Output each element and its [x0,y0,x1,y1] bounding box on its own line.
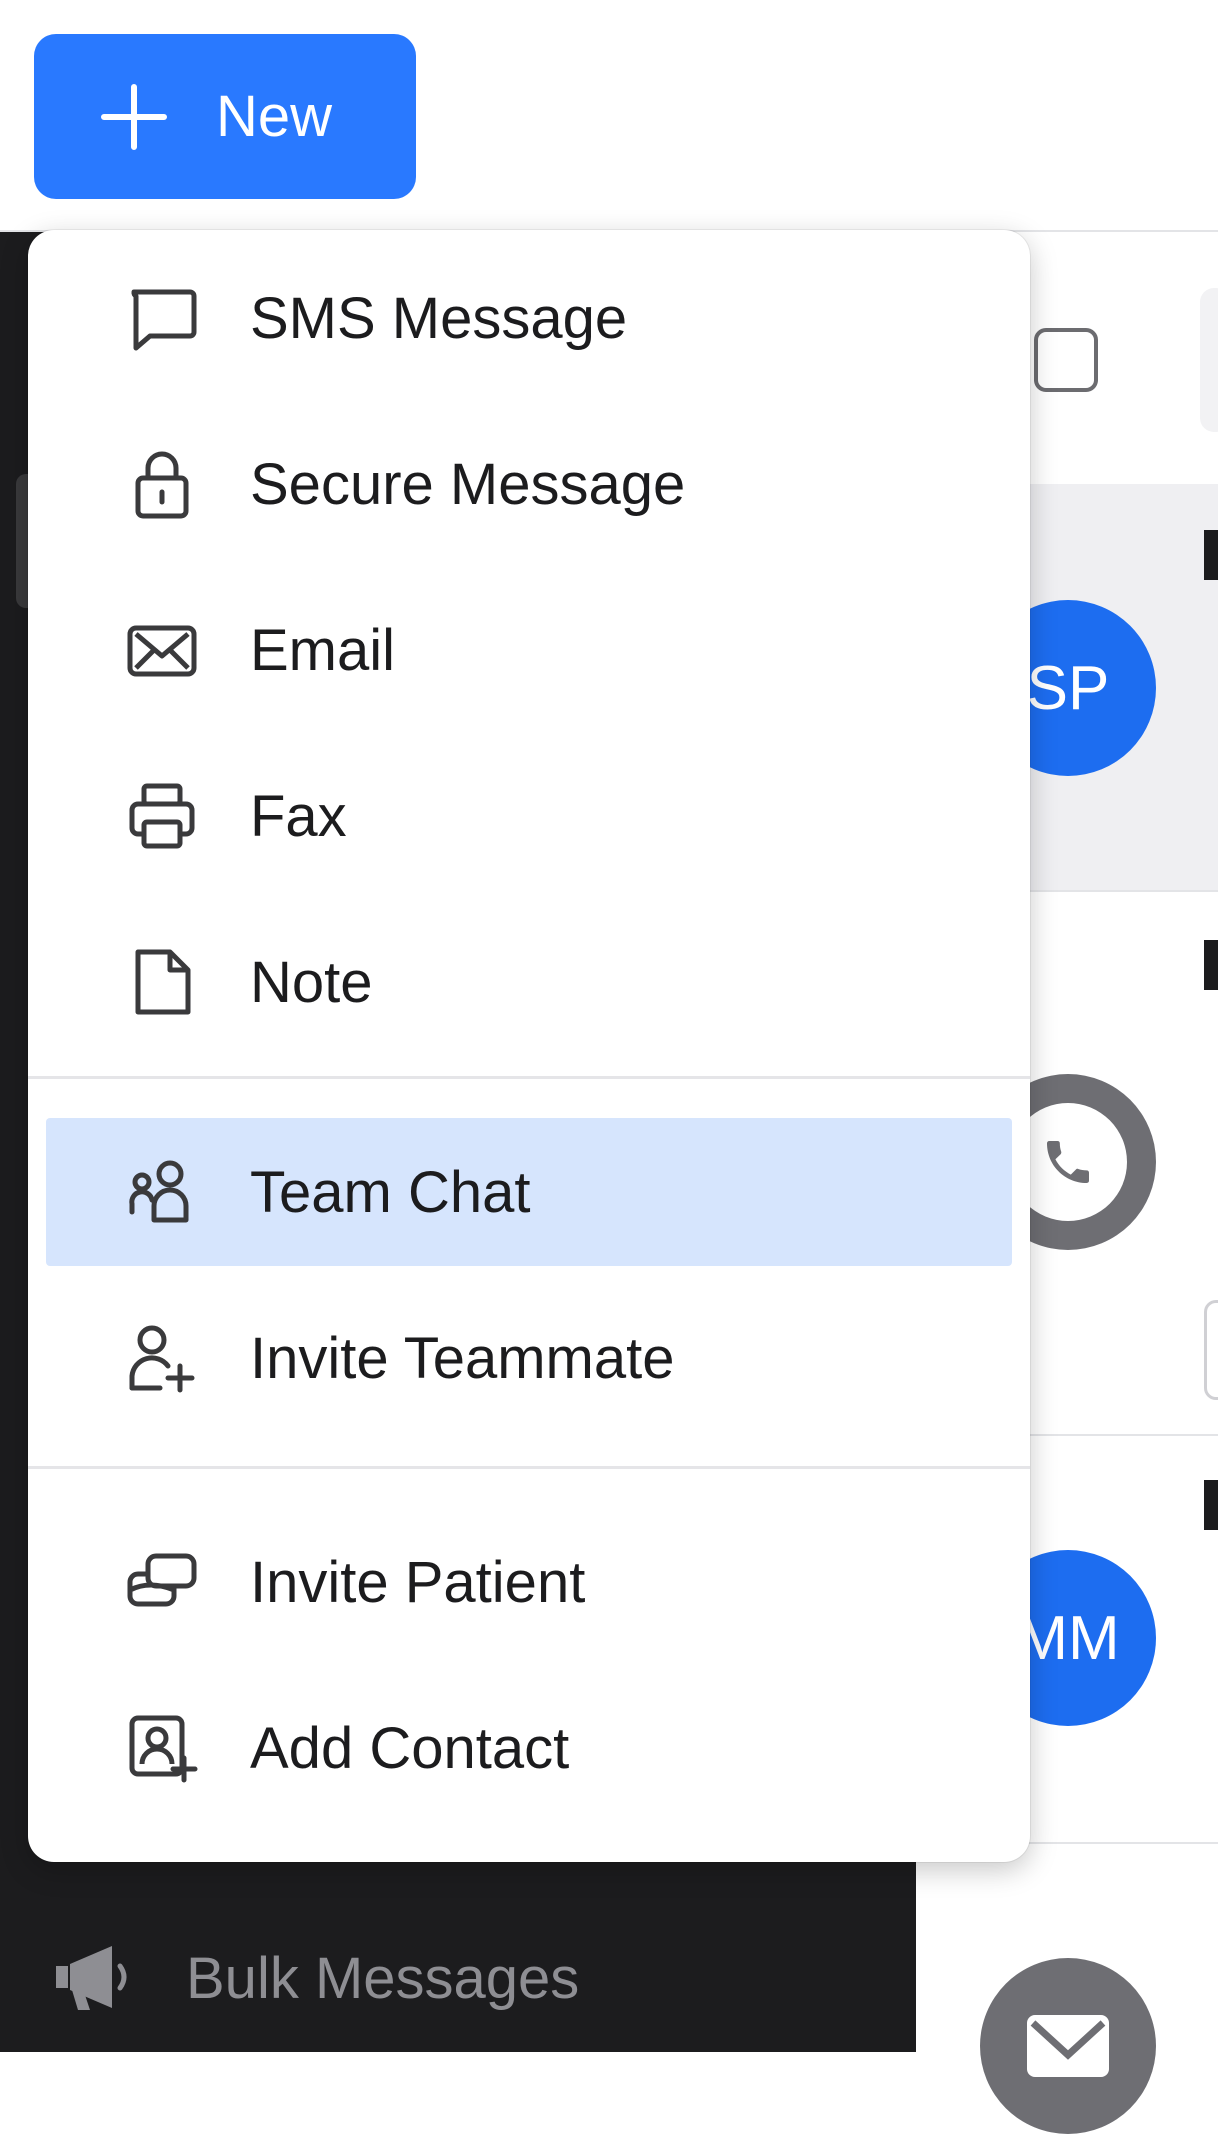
contact-plus-icon [126,1712,198,1784]
menu-item-label: Invite Teammate [250,1325,675,1391]
menu-item-invite-teammate[interactable]: Invite Teammate [46,1284,1012,1432]
menu-item-label: Fax [250,783,347,849]
new-button-label: New [216,84,333,149]
team-icon [126,1156,198,1228]
menu-item-add-contact[interactable]: Add Contact [46,1674,1012,1822]
menu-item-label: Add Contact [250,1715,570,1781]
menu-item-email[interactable]: Email [46,576,1012,724]
menu-divider [28,1076,1030,1079]
menu-item-team-chat[interactable]: Team Chat [46,1118,1012,1266]
avatar[interactable] [980,1958,1156,2134]
list-header-control[interactable] [1200,288,1218,432]
document-icon [126,946,198,1018]
plus-icon [100,83,168,151]
menu-item-label: SMS Message [250,285,628,351]
sidebar-item-label: Bulk Messages [186,1945,580,2011]
menu-divider [28,1466,1030,1469]
menu-item-label: Note [250,949,373,1015]
menu-item-invite-patient[interactable]: Invite Patient [46,1508,1012,1656]
menu-item-label: Team Chat [250,1159,531,1225]
sidebar-item-bulk-messages[interactable]: Bulk Messages [50,1940,579,2016]
row-tag-chip [1204,1300,1218,1400]
row-title-peek [1204,530,1218,580]
user-plus-icon [126,1322,198,1394]
chat-bubble-icon [126,282,198,354]
row-title-peek [1204,1480,1218,1530]
menu-item-secure-message[interactable]: Secure Message [46,410,1012,558]
menu-item-label: Email [250,617,396,683]
megaphone-icon [50,1940,134,2016]
top-bar: New [0,0,1218,232]
row-title-peek [1204,940,1218,990]
envelope-icon [126,614,198,686]
lock-icon [126,448,198,520]
invite-patient-icon [126,1546,198,1618]
select-all-checkbox[interactable] [1034,328,1098,392]
new-button[interactable]: New [34,34,416,199]
printer-icon [126,780,198,852]
menu-item-fax[interactable]: Fax [46,742,1012,890]
envelope-icon [1027,2015,1109,2077]
menu-item-sms-message[interactable]: SMS Message [46,244,1012,392]
menu-item-label: Secure Message [250,451,686,517]
menu-item-note[interactable]: Note [46,908,1012,1056]
menu-item-label: Invite Patient [250,1549,586,1615]
new-dropdown-menu: SMS Message Secure Message Email Fax Not… [28,230,1030,1862]
